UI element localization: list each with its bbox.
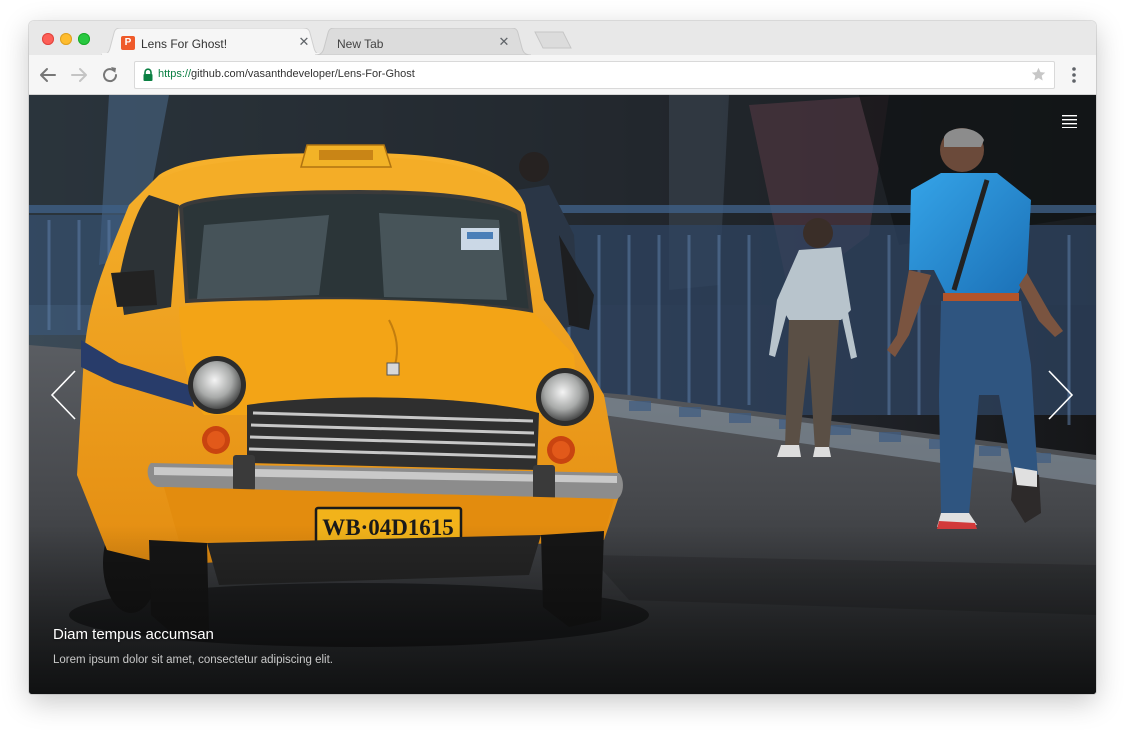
new-tab-shape (534, 31, 572, 49)
window-close-button[interactable] (42, 33, 54, 45)
new-tab-button[interactable] (531, 28, 575, 55)
hero-slide-image: WB·04D1615 (29, 95, 1096, 694)
slide-description: Lorem ipsum dolor sit amet, consectetur … (53, 654, 333, 666)
tab-title: New Tab (337, 37, 384, 51)
tab-close-icon[interactable]: ✕ (297, 35, 311, 49)
hamburger-icon (1062, 115, 1077, 128)
arrow-left-icon (40, 68, 56, 82)
browser-menu-button[interactable] (1066, 65, 1082, 85)
browser-toolbar: https://github.com/vasanthdeveloper/Lens… (29, 55, 1096, 95)
window-maximize-button[interactable] (78, 33, 90, 45)
chevron-left-icon (50, 370, 76, 420)
tab-favicon: P (121, 36, 135, 50)
star-icon[interactable] (1030, 66, 1047, 83)
arrow-right-icon (71, 68, 87, 82)
chevron-right-icon (1048, 370, 1074, 420)
browser-window: P Lens For Ghost! ✕ New Tab ✕ https://gi… (29, 21, 1096, 694)
reload-button[interactable] (99, 64, 121, 86)
tab-close-icon[interactable]: ✕ (497, 35, 511, 49)
lock-icon (143, 68, 153, 81)
forward-button[interactable] (68, 64, 90, 86)
tab-strip: P Lens For Ghost! ✕ New Tab ✕ (29, 21, 1096, 55)
url-path: github.com/vasanthdeveloper/Lens-For-Gho… (191, 68, 415, 80)
slide-next-button[interactable] (1046, 370, 1074, 420)
site-menu-button[interactable] (1062, 114, 1077, 128)
slide-prev-button[interactable] (50, 370, 78, 420)
window-minimize-button[interactable] (60, 33, 72, 45)
back-button[interactable] (37, 64, 59, 86)
tab-new-tab[interactable]: New Tab ✕ (315, 28, 537, 55)
address-bar[interactable]: https://github.com/vasanthdeveloper/Lens… (134, 61, 1055, 89)
url-text: https://github.com/vasanthdeveloper/Lens… (158, 68, 415, 80)
page-viewport: WB·04D1615 (29, 95, 1096, 694)
tab-lens-for-ghost[interactable]: P Lens For Ghost! ✕ (101, 28, 323, 55)
url-scheme: https:// (158, 68, 192, 80)
vertical-dots-icon (1072, 67, 1076, 83)
slide-title: Diam tempus accumsan (53, 626, 214, 643)
tab-title: Lens For Ghost! (141, 37, 228, 51)
reload-icon (103, 67, 118, 83)
